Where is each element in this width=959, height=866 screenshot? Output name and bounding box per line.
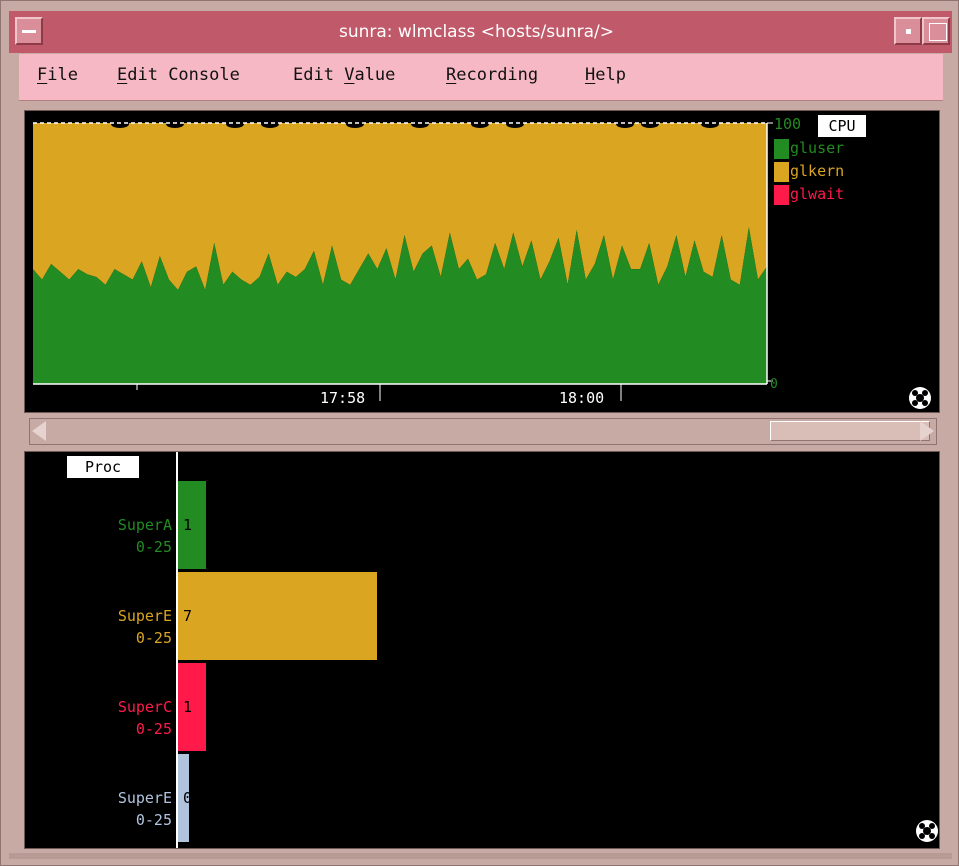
window-menu-icon	[22, 30, 36, 33]
proc-range-supere-2: 0-25	[135, 811, 172, 829]
proc-value-supere: 7	[183, 607, 193, 625]
menu-file-label: ile	[47, 65, 78, 85]
proc-range-supera: 0-25	[135, 538, 172, 556]
proc-label-superc: SuperC	[117, 698, 172, 716]
minimize-icon	[906, 29, 911, 34]
cpu-x-label-1758: 17:58	[320, 389, 365, 407]
scroll-thumb[interactable]	[770, 421, 930, 441]
cpu-top-dip	[641, 120, 659, 128]
cpu-fan-icon[interactable]	[909, 387, 931, 409]
cpu-top-dip	[226, 120, 244, 128]
proc-range-superc: 0-25	[135, 720, 172, 738]
cpu-y-max-label: 100	[774, 115, 801, 133]
legend-swatch-glkern	[774, 162, 789, 182]
menu-edit-value-mnemonic: V	[344, 65, 355, 85]
proc-value-supera: 1	[183, 516, 193, 534]
window-menu-button[interactable]	[15, 17, 43, 45]
menu-file-mnemonic: F	[37, 65, 48, 85]
proc-range-supere: 0-25	[135, 629, 172, 647]
window-bottom-border	[9, 853, 952, 859]
menu-edit-console-mnemonic: E	[117, 65, 128, 85]
cpu-x-label-1800: 18:00	[559, 389, 604, 407]
cpu-top-dip	[701, 120, 719, 128]
minimize-button[interactable]	[894, 17, 922, 45]
cpu-top-dip	[616, 120, 634, 128]
menu-help-label: elp	[595, 65, 626, 85]
menu-recording-label: ecording	[456, 65, 539, 85]
cpu-top-dip	[261, 120, 279, 128]
menu-edit-value-prefix: Edit	[293, 65, 345, 85]
cpu-chart-panel[interactable]: 100 0 17:58 18:00 CPU gluser glkern glwa…	[24, 110, 940, 413]
proc-chart-panel[interactable]: Proc SuperA 0-25 1 SuperE 0-25 7 SuperC …	[24, 451, 940, 849]
scroll-left-icon[interactable]	[32, 421, 46, 441]
menu-help-mnemonic: H	[585, 65, 596, 85]
proc-value-superc: 1	[183, 698, 193, 716]
window-title: sunra: wlmclass <hosts/sunra/>	[338, 22, 615, 42]
cpu-chart-title: CPU	[818, 115, 866, 137]
cpu-top-dip	[411, 120, 429, 128]
legend-label-glkern: glkern	[790, 162, 845, 180]
legend-label-glwait: glwait	[790, 185, 845, 203]
maximize-button[interactable]	[922, 17, 950, 45]
maximize-icon	[929, 23, 947, 41]
window-frame: sunra: wlmclass <hosts/sunra/> File Edit…	[0, 0, 959, 866]
menu-edit-console[interactable]: Edit Console	[117, 65, 240, 85]
menu-edit-value-label: alue	[354, 65, 396, 85]
cpu-top-dip	[346, 120, 364, 128]
menu-bar: File Edit Console Edit Value Recording H…	[19, 54, 943, 101]
proc-label-supere-2: SuperE	[117, 789, 172, 807]
legend-swatch-glwait	[774, 185, 789, 205]
cpu-top-dip	[471, 120, 489, 128]
proc-value-supere-2: 0	[183, 789, 193, 807]
title-bar[interactable]: sunra: wlmclass <hosts/sunra/>	[9, 11, 952, 53]
proc-label-supere: SuperE	[117, 607, 172, 625]
legend-label-gluser: gluser	[790, 139, 845, 157]
cpu-top-dip	[166, 120, 184, 128]
menu-edit-console-label: dit Console	[127, 65, 240, 85]
menu-help[interactable]: Help	[585, 65, 626, 85]
proc-chart-title: Proc	[67, 456, 139, 478]
menu-recording[interactable]: Recording	[446, 65, 538, 85]
proc-fan-icon[interactable]	[916, 820, 938, 842]
menu-recording-mnemonic: R	[446, 65, 457, 85]
proc-label-supera: SuperA	[117, 516, 172, 534]
cpu-y-min-label: 0	[770, 377, 778, 392]
proc-bar-supere	[178, 572, 377, 660]
horizontal-scrollbar[interactable]	[29, 418, 937, 445]
scroll-right-icon[interactable]	[920, 421, 934, 441]
cpu-top-dip	[111, 120, 129, 128]
menu-file[interactable]: File	[37, 65, 78, 85]
legend-swatch-gluser	[774, 139, 789, 159]
menu-edit-value[interactable]: Edit Value	[293, 65, 395, 85]
cpu-top-dip	[506, 120, 524, 128]
